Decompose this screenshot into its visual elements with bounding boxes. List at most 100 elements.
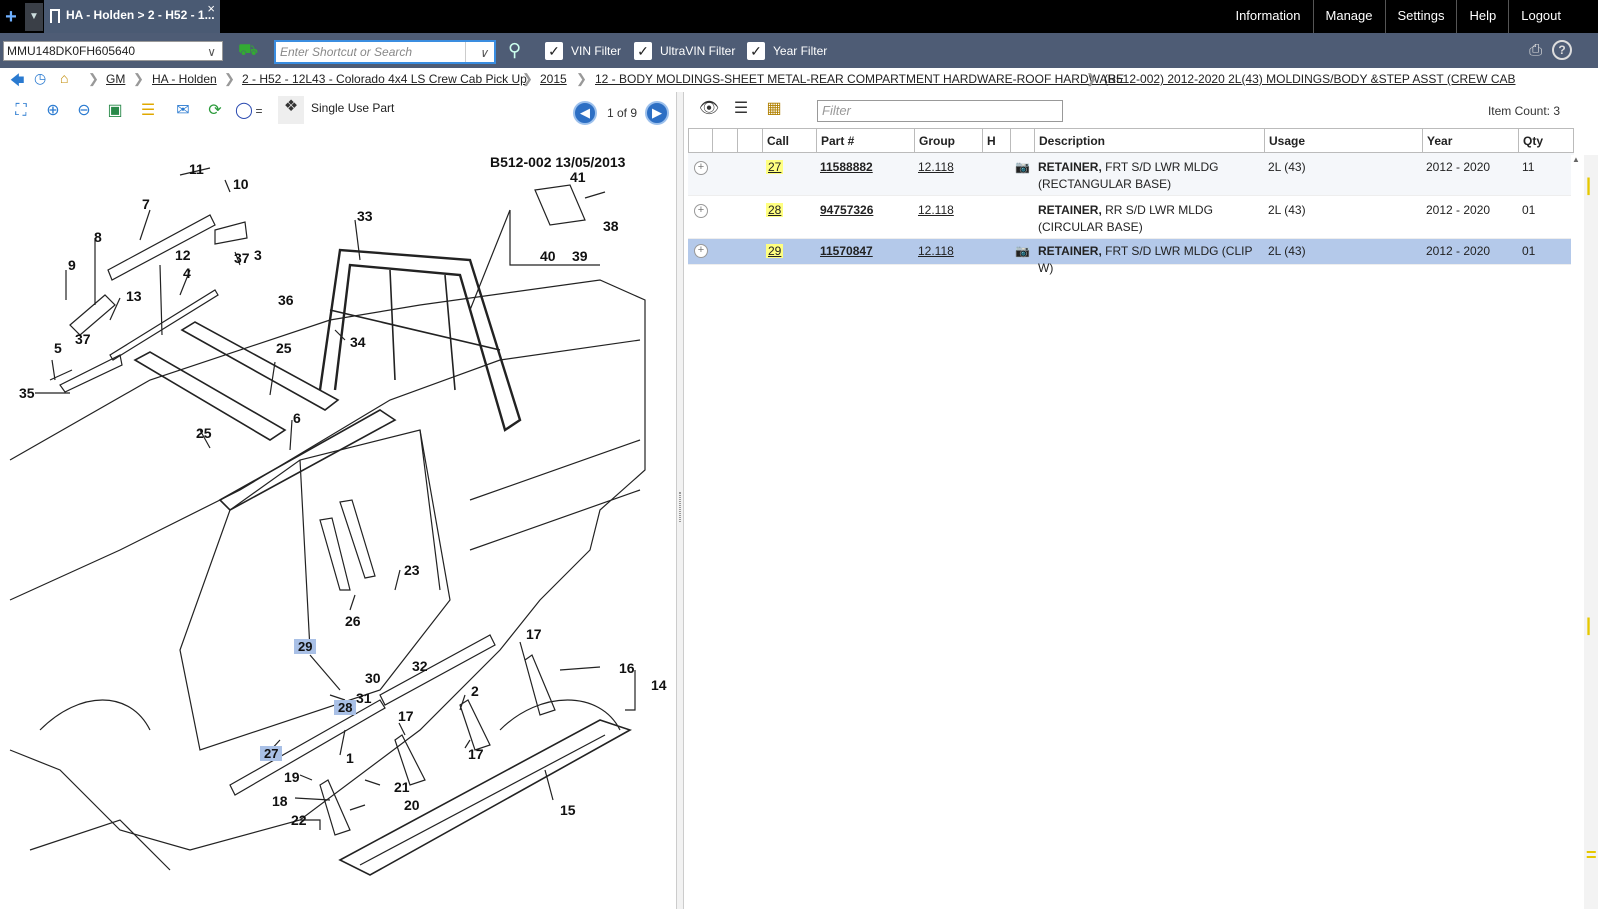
zoom-area-icon[interactable]: ▣	[104, 100, 126, 122]
callout-11[interactable]: 11	[189, 161, 204, 177]
col-year[interactable]: Year	[1422, 129, 1518, 153]
group-link[interactable]: 12.118	[918, 159, 954, 176]
vehicle-icon[interactable]: ⛟	[238, 41, 260, 59]
nav-manage[interactable]: Manage	[1312, 0, 1385, 33]
notes-icon[interactable]: ☰	[137, 100, 159, 122]
part-number-link[interactable]: 11588882	[820, 159, 873, 176]
group-link[interactable]: 12.118	[918, 243, 954, 260]
table-row[interactable]: + 28 94757326 12.118 RETAINER, RR S/D LW…	[688, 196, 1574, 239]
callout-29[interactable]: 29	[294, 639, 317, 654]
group-link[interactable]: 12.118	[918, 202, 954, 219]
crumb-year[interactable]: 2015	[540, 72, 567, 86]
pane-splitter[interactable]	[676, 92, 684, 909]
search-icon[interactable]: ⚲	[508, 40, 521, 61]
callout-3[interactable]: 3	[254, 247, 262, 263]
next-page-button[interactable]: ▶	[645, 101, 669, 125]
callout-7[interactable]: 7	[142, 196, 150, 212]
nav-settings[interactable]: Settings	[1384, 0, 1457, 33]
col-part[interactable]: Part #	[816, 129, 914, 153]
new-tab-icon[interactable]: +	[0, 3, 22, 31]
call-link[interactable]: 28	[766, 203, 784, 217]
call-link[interactable]: 27	[766, 160, 784, 174]
table-row-selected[interactable]: + 29 11570847 12.118 📷 RETAINER, FRT S/D…	[688, 239, 1574, 275]
year-filter-checkbox[interactable]: ✓ Year Filter	[747, 42, 827, 60]
callout-1[interactable]: 1	[346, 750, 354, 766]
callout-34[interactable]: 34	[350, 334, 366, 350]
callout-19[interactable]: 19	[284, 769, 300, 785]
fit-icon[interactable]: ⛶	[10, 100, 32, 122]
callout-16[interactable]: 16	[619, 660, 635, 676]
chevron-down-icon[interactable]: ∨	[479, 43, 488, 63]
callout-10[interactable]: 10	[233, 176, 249, 192]
callout-8[interactable]: 8	[94, 229, 102, 245]
add-to-list-icon[interactable]: ▦	[762, 98, 786, 120]
back-icon[interactable]: 🡄	[10, 70, 24, 90]
ultravin-filter-checkbox[interactable]: ✓ UltraVIN Filter	[634, 42, 735, 60]
zoom-in-icon[interactable]: ⊕	[42, 100, 64, 122]
refresh-icon[interactable]: ⟳	[204, 100, 226, 122]
callout-13[interactable]: 13	[126, 288, 142, 304]
callout-4[interactable]: 4	[183, 265, 191, 281]
callout-40[interactable]: 40	[540, 248, 556, 264]
table-row[interactable]: + 27 11588882 12.118 📷 RETAINER, FRT S/D…	[688, 153, 1574, 196]
help-icon[interactable]: ?	[1552, 40, 1572, 60]
tab-list-dropdown[interactable]: ▼	[25, 3, 43, 31]
nav-logout[interactable]: Logout	[1508, 0, 1573, 33]
home-icon[interactable]: ⌂	[60, 70, 68, 86]
history-icon[interactable]: ◷	[34, 70, 46, 87]
part-number-link[interactable]: 94757326	[820, 202, 873, 219]
col-description[interactable]: Description	[1034, 129, 1264, 153]
list-icon[interactable]: ☰	[729, 98, 753, 120]
callout-37[interactable]: 37	[234, 250, 250, 266]
zoom-out-icon[interactable]: ⊖	[73, 100, 95, 122]
search-input[interactable]: Enter Shortcut or Search ∨	[274, 40, 496, 64]
scroll-up-icon[interactable]: ▲	[1572, 155, 1580, 164]
col-h[interactable]: H	[982, 129, 1010, 153]
callout-23[interactable]: 23	[404, 562, 420, 578]
view-icon[interactable]: 👁	[697, 98, 721, 120]
callout-5[interactable]: 5	[54, 340, 62, 356]
nav-information[interactable]: Information	[1223, 0, 1312, 33]
part-number-link[interactable]: 11570847	[820, 243, 873, 260]
filter-input[interactable]: Filter	[817, 100, 1063, 122]
callout-9[interactable]: 9	[68, 257, 76, 273]
callout-12[interactable]: 12	[175, 247, 191, 263]
callout-18[interactable]: 18	[272, 793, 288, 809]
callout-41[interactable]: 41	[570, 169, 586, 185]
expand-icon[interactable]: +	[694, 204, 708, 218]
callout-27[interactable]: 27	[260, 746, 283, 761]
callout-17c[interactable]: 17	[468, 746, 484, 762]
crumb-illustration[interactable]: (B512-002) 2012-2020 2L(43) MOLDINGS/BOD…	[1104, 72, 1516, 86]
callout-25b[interactable]: 25	[196, 425, 212, 441]
col-qty[interactable]: Qty	[1518, 129, 1574, 153]
callout-25[interactable]: 25	[276, 340, 292, 356]
vin-filter-checkbox[interactable]: ✓ VIN Filter	[545, 42, 621, 60]
col-usage[interactable]: Usage	[1264, 129, 1422, 153]
email-icon[interactable]: ✉	[168, 100, 198, 122]
close-icon[interactable]: ×	[207, 0, 215, 24]
callout-32[interactable]: 32	[412, 658, 428, 674]
callout-36[interactable]: 36	[278, 292, 294, 308]
callout-14[interactable]: 14	[651, 677, 667, 693]
callout-2[interactable]: 2	[471, 683, 479, 699]
callout-17[interactable]: 17	[526, 626, 542, 642]
prev-page-button[interactable]: ◀	[573, 101, 597, 125]
col-group[interactable]: Group	[914, 129, 982, 153]
callout-30[interactable]: 30	[365, 670, 381, 686]
col-call[interactable]: Call	[762, 129, 816, 153]
call-link[interactable]: 29	[766, 244, 784, 258]
callout-15[interactable]: 15	[560, 802, 576, 818]
callout-26[interactable]: 26	[345, 613, 361, 629]
callout-39[interactable]: 39	[572, 248, 588, 264]
crumb-make[interactable]: HA - Holden	[152, 72, 217, 86]
callout-33[interactable]: 33	[357, 208, 373, 224]
vin-select[interactable]: MMU148DK0FH605640 ∨	[3, 41, 223, 61]
parts-diagram[interactable]: B512-002 13/05/2013 11 10 7 8 12 37 3 9 …	[0, 130, 675, 909]
callout-21[interactable]: 21	[394, 779, 410, 795]
camera-icon[interactable]: 📷	[1015, 159, 1030, 176]
callout-31[interactable]: 31	[356, 690, 372, 706]
callout-20[interactable]: 20	[404, 797, 420, 813]
callout-37b[interactable]: 37	[75, 331, 91, 347]
crumb-gm[interactable]: GM	[106, 72, 125, 86]
expand-icon[interactable]: +	[694, 161, 708, 175]
